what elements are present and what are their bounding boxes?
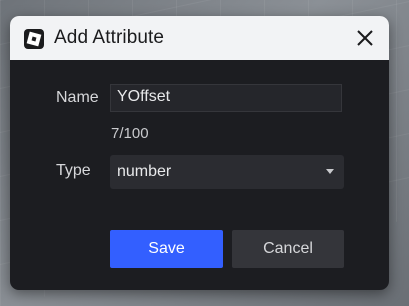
type-dropdown[interactable]: number [110, 155, 344, 189]
cancel-button[interactable]: Cancel [232, 230, 344, 268]
name-input[interactable]: YOffset [110, 84, 342, 112]
studio-logo-icon [24, 29, 44, 49]
name-label: Name [56, 89, 99, 106]
dialog-title: Add Attribute [54, 27, 165, 48]
chevron-down-icon [326, 169, 334, 174]
character-counter: 7/100 [111, 125, 149, 142]
type-label: Type [56, 162, 91, 179]
type-selected-value: number [117, 163, 172, 180]
dialog-titlebar: Add Attribute [10, 16, 389, 60]
save-button[interactable]: Save [110, 230, 223, 268]
add-attribute-dialog: Add Attribute Name YOffset 7/100 Type nu… [10, 16, 389, 290]
close-icon[interactable] [353, 26, 377, 50]
